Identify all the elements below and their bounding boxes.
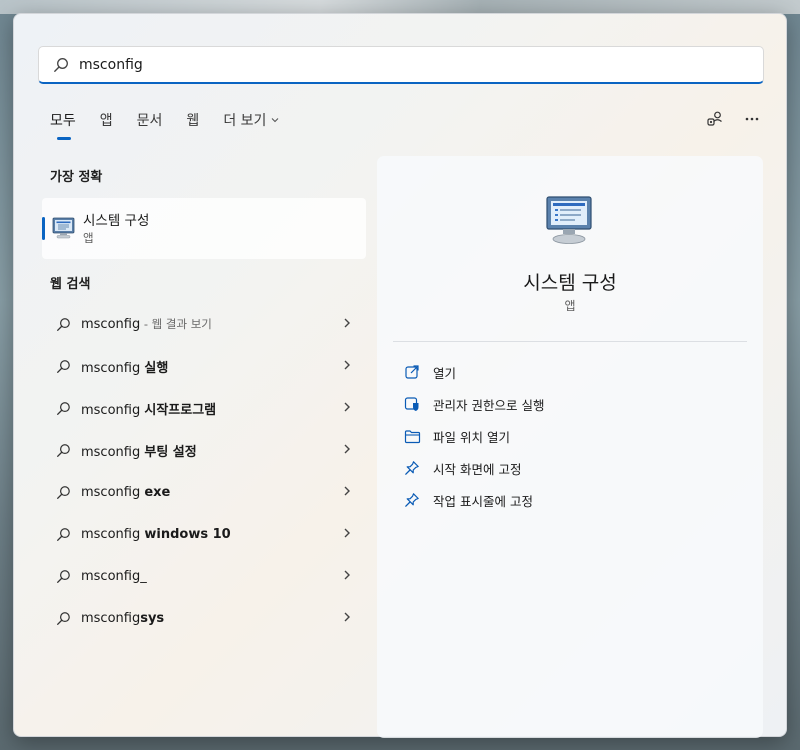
web-result-item[interactable]: msconfig 시작프로그램 bbox=[42, 387, 366, 429]
chevron-right-icon bbox=[342, 317, 352, 329]
chevron-right-icon bbox=[342, 359, 352, 371]
tab-more-label: 더 보기 bbox=[223, 113, 267, 129]
folder-icon bbox=[403, 429, 421, 444]
web-result-suggestion: 시작프로그램 bbox=[144, 402, 217, 418]
pin-to-taskbar-label: 작업 표시줄에 고정 bbox=[433, 493, 533, 509]
preview-actions: 열기 관리자 권한으로 실행 파일 위치 열기 시작 화면에 고정 작업 표시줄… bbox=[403, 356, 544, 516]
pin-icon bbox=[403, 492, 421, 508]
best-match-result[interactable]: 시스템 구성 앱 bbox=[42, 198, 366, 259]
pin-to-start-action[interactable]: 시작 화면에 고정 bbox=[403, 452, 544, 484]
web-result-query: msconfig bbox=[81, 610, 141, 626]
system-configuration-app-icon bbox=[52, 217, 75, 239]
chevron-right-icon bbox=[342, 485, 352, 497]
open-file-location-label: 파일 위치 열기 bbox=[433, 429, 510, 445]
chevron-right-icon bbox=[342, 401, 352, 413]
pin-to-taskbar-action[interactable]: 작업 표시줄에 고정 bbox=[403, 484, 544, 516]
selection-indicator bbox=[42, 217, 45, 240]
search-icon bbox=[56, 569, 71, 584]
web-search-results: msconfig - 웹 결과 보기 msconfig 실행 msconfig 시작… bbox=[42, 303, 366, 639]
run-as-admin-label: 관리자 권한으로 실행 bbox=[433, 397, 545, 413]
open-action[interactable]: 열기 bbox=[403, 356, 544, 388]
web-result-item[interactable]: msconfig 실행 bbox=[42, 345, 366, 387]
search-icon bbox=[54, 57, 68, 72]
web-search-heading: 웹 검색 bbox=[50, 277, 91, 292]
open-file-location-action[interactable]: 파일 위치 열기 bbox=[403, 420, 544, 452]
more-options-button[interactable] bbox=[744, 111, 760, 127]
pin-to-start-label: 시작 화면에 고정 bbox=[433, 461, 522, 477]
desktop-background-strip bbox=[0, 0, 800, 14]
tab-web[interactable]: 웹 bbox=[186, 110, 199, 130]
web-result-query: msconfig bbox=[81, 526, 145, 542]
web-result-suggestion: 부팅 설정 bbox=[144, 444, 197, 460]
search-icon bbox=[56, 443, 71, 458]
account-switch-icon bbox=[707, 111, 722, 126]
preview-app-type: 앱 bbox=[564, 299, 576, 313]
web-result-text: msconfig 시작프로그램 bbox=[81, 399, 216, 418]
open-action-label: 열기 bbox=[433, 365, 457, 381]
web-result-suggestion: 실행 bbox=[144, 360, 169, 376]
web-result-item[interactable]: msconfig 부팅 설정 bbox=[42, 429, 366, 471]
web-result-suggestion: exe bbox=[144, 484, 171, 500]
web-result-text: msconfigsys bbox=[81, 611, 164, 626]
web-result-text: msconfig 부팅 설정 bbox=[81, 441, 197, 460]
chevron-right-icon bbox=[342, 611, 352, 623]
web-result-text: msconfig 실행 bbox=[81, 357, 168, 376]
web-result-hint: - 웹 결과 보기 bbox=[140, 317, 212, 331]
web-result-query: msconfig bbox=[81, 444, 145, 460]
run-as-admin-action[interactable]: 관리자 권한으로 실행 bbox=[403, 388, 544, 420]
best-match-type: 앱 bbox=[83, 231, 94, 245]
tab-all[interactable]: 모두 bbox=[50, 110, 76, 140]
chevron-right-icon bbox=[342, 443, 352, 455]
web-result-text: msconfig - 웹 결과 보기 bbox=[81, 316, 212, 332]
web-result-query: msconfig bbox=[81, 317, 141, 332]
web-result-text: msconfig windows 10 bbox=[81, 527, 231, 542]
pin-icon bbox=[403, 460, 421, 476]
search-icon bbox=[56, 317, 71, 332]
app-preview-card: 시스템 구성 앱 열기 관리자 권한으로 실행 파일 위치 열기 시작 화면에 … bbox=[377, 156, 763, 738]
chevron-right-icon bbox=[342, 569, 352, 581]
start-search-panel: 모두 앱 문서 웹 더 보기 가장 정확 bbox=[13, 13, 787, 738]
top-right-icons bbox=[706, 110, 760, 128]
filter-tabs: 모두 앱 문서 웹 더 보기 bbox=[50, 108, 304, 140]
web-result-query: msconfig bbox=[81, 360, 145, 376]
search-icon bbox=[56, 401, 71, 416]
more-options-icon bbox=[745, 117, 759, 121]
web-result-text: msconfig_ bbox=[81, 569, 147, 584]
web-result-item[interactable]: msconfig exe bbox=[42, 471, 366, 513]
best-match-name: 시스템 구성 bbox=[83, 213, 150, 229]
search-icon bbox=[56, 527, 71, 542]
open-icon bbox=[403, 364, 421, 380]
tab-documents[interactable]: 문서 bbox=[137, 110, 163, 130]
chevron-down-icon bbox=[272, 118, 279, 123]
web-result-item[interactable]: msconfigsys bbox=[42, 597, 366, 639]
search-icon bbox=[56, 485, 71, 500]
web-result-query: msconfig bbox=[81, 402, 145, 418]
chevron-right-icon bbox=[342, 527, 352, 539]
web-result-item[interactable]: msconfig - 웹 결과 보기 bbox=[42, 303, 366, 345]
account-switch-button[interactable] bbox=[706, 110, 724, 128]
divider bbox=[393, 341, 747, 342]
search-icon bbox=[56, 359, 71, 374]
web-result-item[interactable]: msconfig_ bbox=[42, 555, 366, 597]
system-configuration-large-icon bbox=[546, 196, 592, 244]
search-input[interactable] bbox=[79, 56, 679, 73]
web-result-suggestion: sys bbox=[140, 610, 165, 626]
web-result-suggestion: windows 10 bbox=[144, 526, 231, 542]
search-icon bbox=[56, 611, 71, 626]
tab-more[interactable]: 더 보기 bbox=[223, 110, 280, 130]
best-match-heading: 가장 정확 bbox=[50, 170, 103, 185]
web-result-query: msconfig bbox=[81, 484, 145, 500]
search-box[interactable] bbox=[38, 46, 764, 84]
admin-shield-icon bbox=[403, 396, 421, 412]
web-result-item[interactable]: msconfig windows 10 bbox=[42, 513, 366, 555]
web-result-text: msconfig exe bbox=[81, 485, 170, 500]
preview-app-name: 시스템 구성 bbox=[523, 272, 617, 294]
web-result-query: msconfig_ bbox=[81, 568, 147, 584]
tab-apps[interactable]: 앱 bbox=[100, 110, 113, 130]
